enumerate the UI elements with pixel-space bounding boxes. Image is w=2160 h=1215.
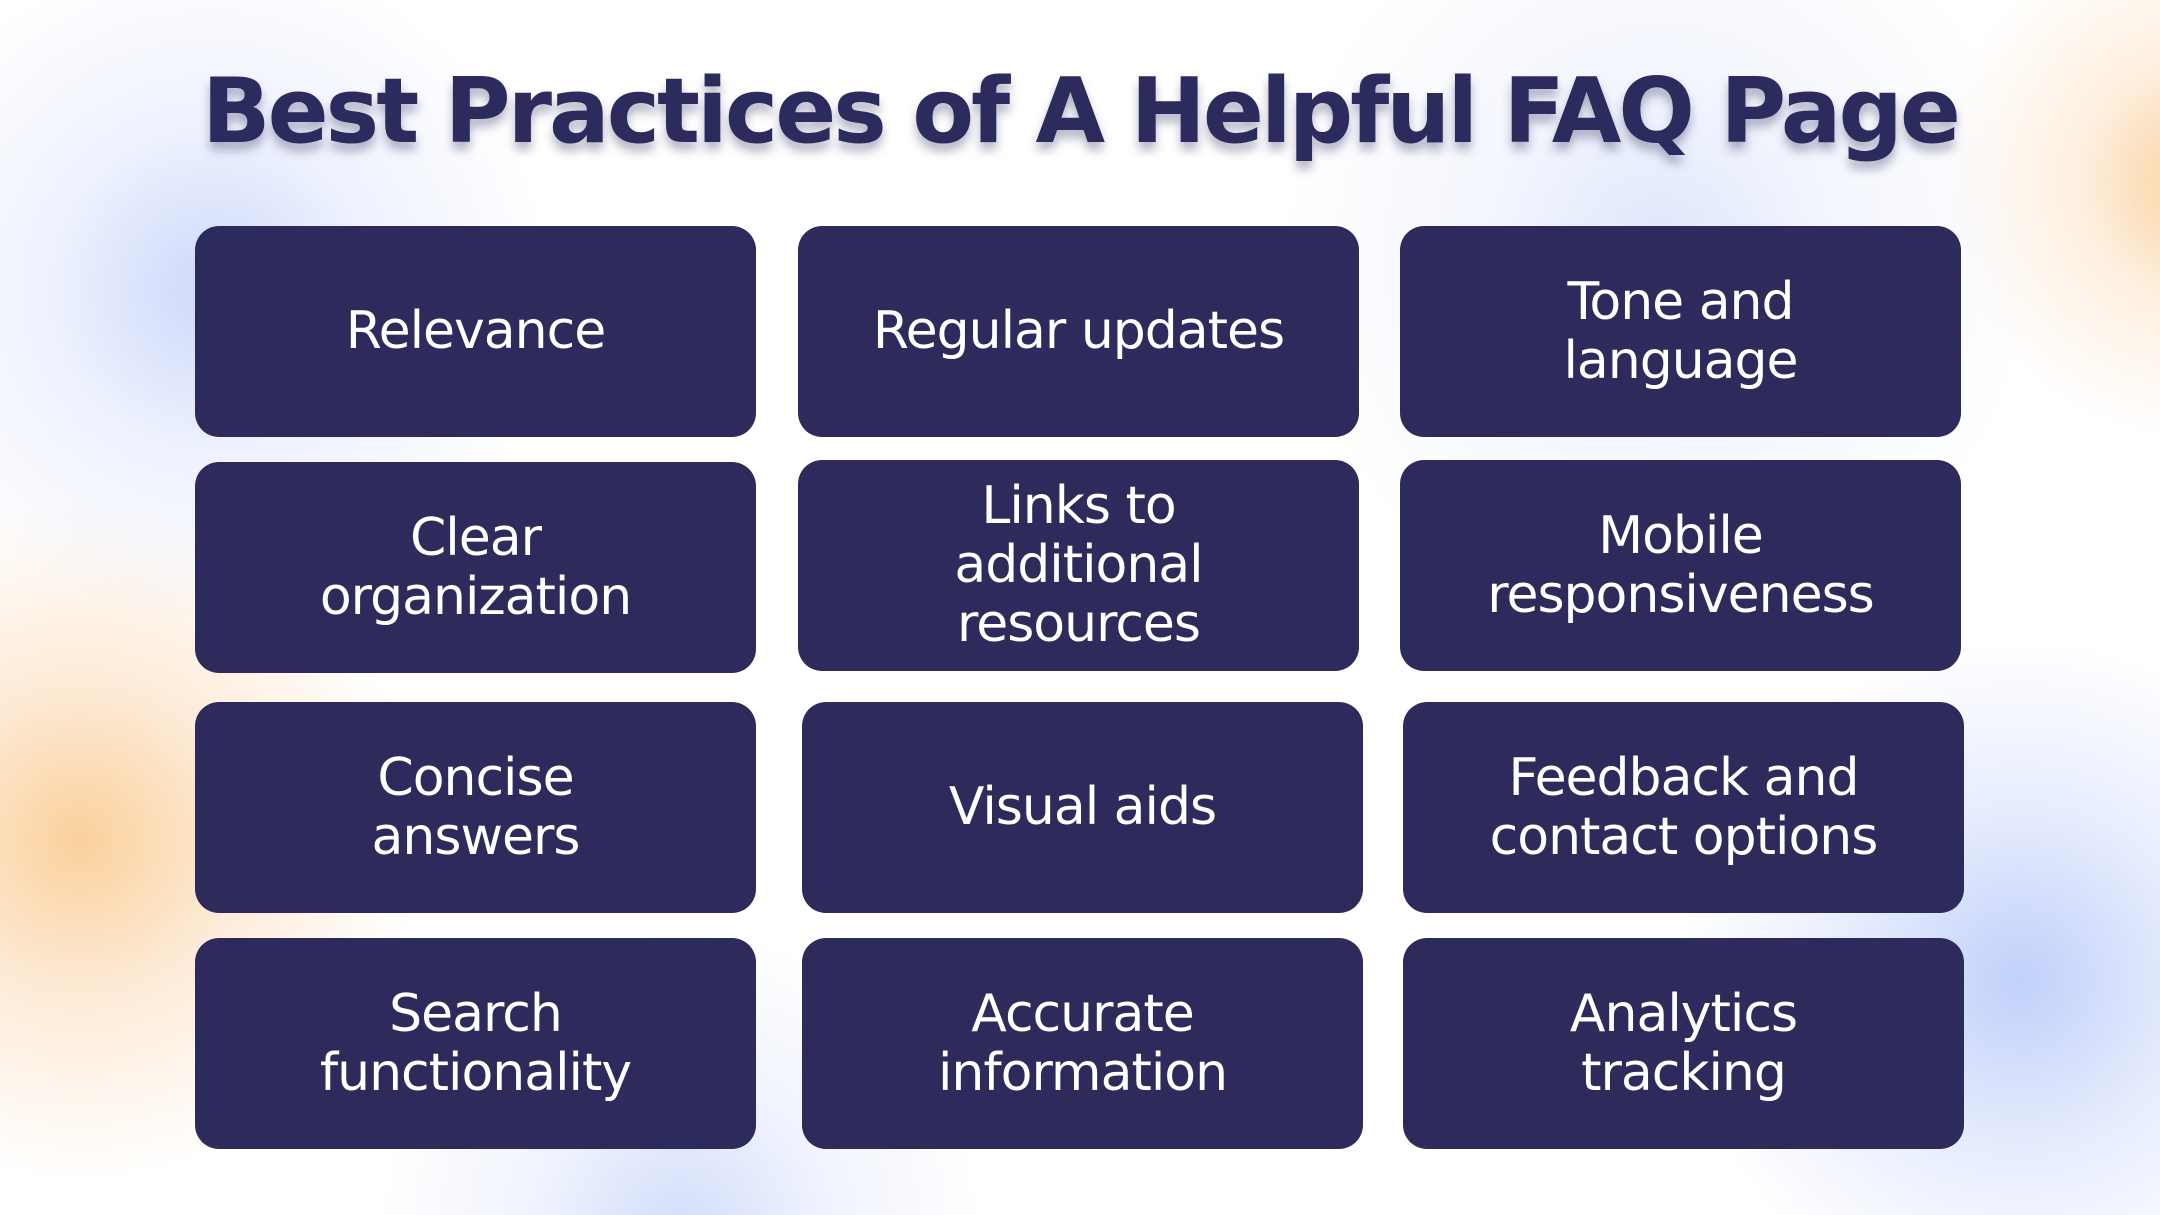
- practice-label: Clear organization: [319, 507, 632, 627]
- page-title: Best Practices of A Helpful FAQ Page: [202, 59, 1961, 164]
- practice-label: Feedback and contact options: [1489, 747, 1879, 867]
- practice-card-relevance[interactable]: Relevance: [195, 226, 756, 437]
- practice-label: Visual aids: [948, 777, 1217, 837]
- practice-card-links-to-resources[interactable]: Links to additional resources: [798, 460, 1359, 671]
- practice-label: Accurate information: [937, 983, 1228, 1103]
- practice-label: Search functionality: [319, 983, 632, 1103]
- practice-card-visual-aids[interactable]: Visual aids: [802, 702, 1363, 913]
- practice-card-accurate-information[interactable]: Accurate information: [802, 938, 1363, 1149]
- practice-card-regular-updates[interactable]: Regular updates: [798, 226, 1359, 437]
- practice-card-tone-and-language[interactable]: Tone and language: [1400, 226, 1961, 437]
- practice-card-mobile-responsiveness[interactable]: Mobile responsiveness: [1400, 460, 1961, 671]
- practice-card-feedback-and-contact[interactable]: Feedback and contact options: [1403, 702, 1964, 913]
- practice-card-search-functionality[interactable]: Search functionality: [195, 938, 756, 1149]
- practice-card-analytics-tracking[interactable]: Analytics tracking: [1403, 938, 1964, 1149]
- practice-label: Analytics tracking: [1569, 983, 1798, 1103]
- practice-card-clear-organization[interactable]: Clear organization: [195, 462, 756, 673]
- practice-label: Mobile responsiveness: [1487, 505, 1875, 625]
- practice-label: Regular updates: [872, 301, 1285, 361]
- practice-label: Relevance: [345, 301, 606, 361]
- practice-label: Concise answers: [371, 747, 581, 867]
- practice-label: Tone and language: [1563, 271, 1798, 391]
- practice-label: Links to additional resources: [954, 476, 1203, 654]
- practice-card-concise-answers[interactable]: Concise answers: [195, 702, 756, 913]
